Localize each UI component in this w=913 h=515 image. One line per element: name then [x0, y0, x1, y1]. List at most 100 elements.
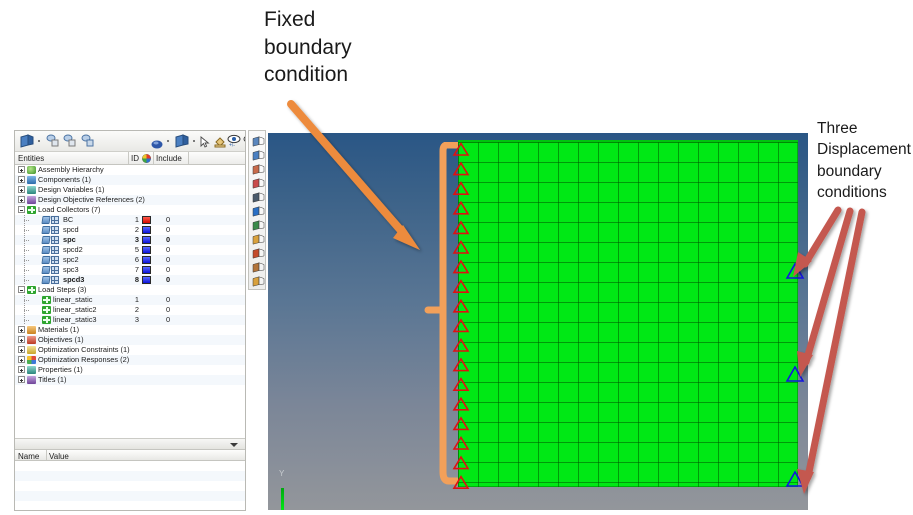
tree-row[interactable]: spcd 2 0: [15, 225, 245, 235]
numbers-123-icon[interactable]: [252, 204, 265, 217]
load-collector-folder-icon: [41, 226, 51, 234]
color-wheel-icon[interactable]: [142, 154, 151, 165]
solids-panel-icon[interactable]: [252, 162, 265, 175]
toolbar-separator-dot: [38, 140, 40, 142]
tree-row[interactable]: Design Variables (1): [15, 185, 245, 195]
tree-footer-bar[interactable]: [15, 438, 245, 449]
tree-row[interactable]: Components (1): [15, 175, 245, 185]
column-id[interactable]: ID: [131, 154, 139, 163]
vector-plot-icon[interactable]: [252, 218, 265, 231]
browser-toolbar: +/-: [15, 131, 245, 152]
materials-icon: [27, 326, 36, 334]
components-icon: [27, 176, 36, 184]
tree-row[interactable]: Assembly Hierarchy: [15, 165, 245, 175]
tree-row-label: Load Collectors (7): [38, 205, 101, 214]
color-swatch[interactable]: [142, 236, 151, 244]
geometry-icon[interactable]: [175, 134, 190, 153]
color-swatch[interactable]: [142, 246, 151, 254]
abc-measure-icon[interactable]: [252, 246, 265, 259]
axis-label-y: Y: [279, 469, 285, 478]
tree-expand-toggle[interactable]: [18, 326, 25, 333]
tree-row[interactable]: BC 1 0: [15, 215, 245, 225]
column-include[interactable]: Include: [156, 154, 182, 163]
tree-row-id: 3: [134, 315, 139, 324]
tree-row-label: Components (1): [38, 175, 91, 184]
tree-row[interactable]: Design Objective References (2): [15, 195, 245, 205]
component-collector-icon[interactable]: [46, 134, 59, 152]
mask-panel-icon[interactable]: [252, 260, 265, 273]
component-collector-3-icon[interactable]: [81, 134, 94, 152]
tree-row[interactable]: linear_static3 3 0: [15, 315, 245, 325]
nv-row: [15, 491, 245, 501]
load-step-icon: [42, 316, 51, 324]
displacement-constraint-markers: [785, 262, 805, 487]
tree-row[interactable]: Optimization Responses (2): [15, 355, 245, 365]
tree-row-label: spc3: [63, 265, 79, 274]
3d-viewport[interactable]: Y: [268, 133, 808, 510]
vertical-tool-strip[interactable]: [248, 130, 266, 290]
tree-row[interactable]: spc3 7 0: [15, 265, 245, 275]
tree-row[interactable]: Objectives (1): [15, 335, 245, 345]
tree-row-label: Objectives (1): [38, 335, 84, 344]
tree-expand-toggle[interactable]: [18, 376, 25, 383]
tree-row-label: spc: [63, 235, 76, 244]
connectors-panel-icon[interactable]: [252, 190, 265, 203]
abc-label-icon[interactable]: [252, 232, 265, 245]
tree-expand-toggle[interactable]: [18, 196, 25, 203]
mesh-plate[interactable]: [458, 142, 798, 487]
model-view-icon[interactable]: [20, 134, 35, 153]
tree-expand-toggle[interactable]: [18, 336, 25, 343]
paint-bucket-icon[interactable]: [214, 135, 226, 153]
color-swatch[interactable]: [142, 256, 151, 264]
toolbar-separator-dot-3: [193, 140, 195, 142]
color-swatch[interactable]: [142, 216, 151, 224]
tree-connector-vertical: [24, 235, 25, 245]
geometry-panel-icon[interactable]: [252, 134, 265, 147]
tree-row[interactable]: Load Steps (3): [15, 285, 245, 295]
tree-expand-toggle[interactable]: [18, 166, 25, 173]
tree-expand-toggle[interactable]: [18, 186, 25, 193]
name-value-body[interactable]: [15, 461, 245, 510]
tree-row[interactable]: Properties (1): [15, 365, 245, 375]
select-pointer-icon[interactable]: [200, 135, 210, 153]
tree-row-id: 3: [134, 235, 139, 244]
tree-collapse-toggle[interactable]: [18, 206, 25, 213]
tree-row-label: Optimization Constraints (1): [38, 345, 130, 354]
chevron-down-icon[interactable]: [230, 443, 238, 447]
tree-row-include: 0: [166, 275, 171, 284]
tree-collapse-toggle[interactable]: [18, 286, 25, 293]
view-panel-icon[interactable]: [252, 274, 265, 287]
tree-row[interactable]: Titles (1): [15, 375, 245, 385]
tree-expand-toggle[interactable]: [18, 366, 25, 373]
column-entities[interactable]: Entities: [18, 154, 44, 163]
tree-row[interactable]: linear_static2 2 0: [15, 305, 245, 315]
tree-row[interactable]: spcd2 5 0: [15, 245, 245, 255]
visibility-plus-minus-icon[interactable]: +/-: [227, 134, 241, 152]
tree-row[interactable]: spcd3 8 0: [15, 275, 245, 285]
tree-row-label: linear_static3: [53, 315, 97, 324]
model-browser-panel: +/- Entities ID Include Assembly Hierarc…: [14, 130, 246, 511]
visibility-icon[interactable]: [243, 134, 245, 152]
tree-row-label: Properties (1): [38, 365, 83, 374]
tree-row[interactable]: Load Collectors (7): [15, 205, 245, 215]
color-swatch[interactable]: [142, 226, 151, 234]
tree-row-id: 6: [134, 255, 139, 264]
tree-row[interactable]: spc2 6 0: [15, 255, 245, 265]
titles-icon: [27, 376, 36, 384]
tree-expand-toggle[interactable]: [18, 176, 25, 183]
fixed-boundary-annotation: Fixed boundary condition: [264, 8, 352, 87]
tree-expand-toggle[interactable]: [18, 346, 25, 353]
tree-row[interactable]: Materials (1): [15, 325, 245, 335]
tree-row[interactable]: linear_static 1 0: [15, 295, 245, 305]
tree-row[interactable]: Optimization Constraints (1): [15, 345, 245, 355]
color-swatch[interactable]: [142, 276, 151, 284]
surfaces-panel-icon[interactable]: [252, 148, 265, 161]
color-swatch[interactable]: [142, 266, 151, 274]
component-collector-2-icon[interactable]: [63, 134, 76, 152]
tree-row[interactable]: spc 3 0: [15, 235, 245, 245]
circle-panel-icon[interactable]: [252, 176, 265, 189]
tree-expand-toggle[interactable]: [18, 356, 25, 363]
entity-tree[interactable]: Assembly Hierarchy Components (1) Design V…: [15, 165, 245, 438]
tree-row-include: 0: [166, 305, 171, 314]
header-divider-1: [128, 152, 129, 164]
